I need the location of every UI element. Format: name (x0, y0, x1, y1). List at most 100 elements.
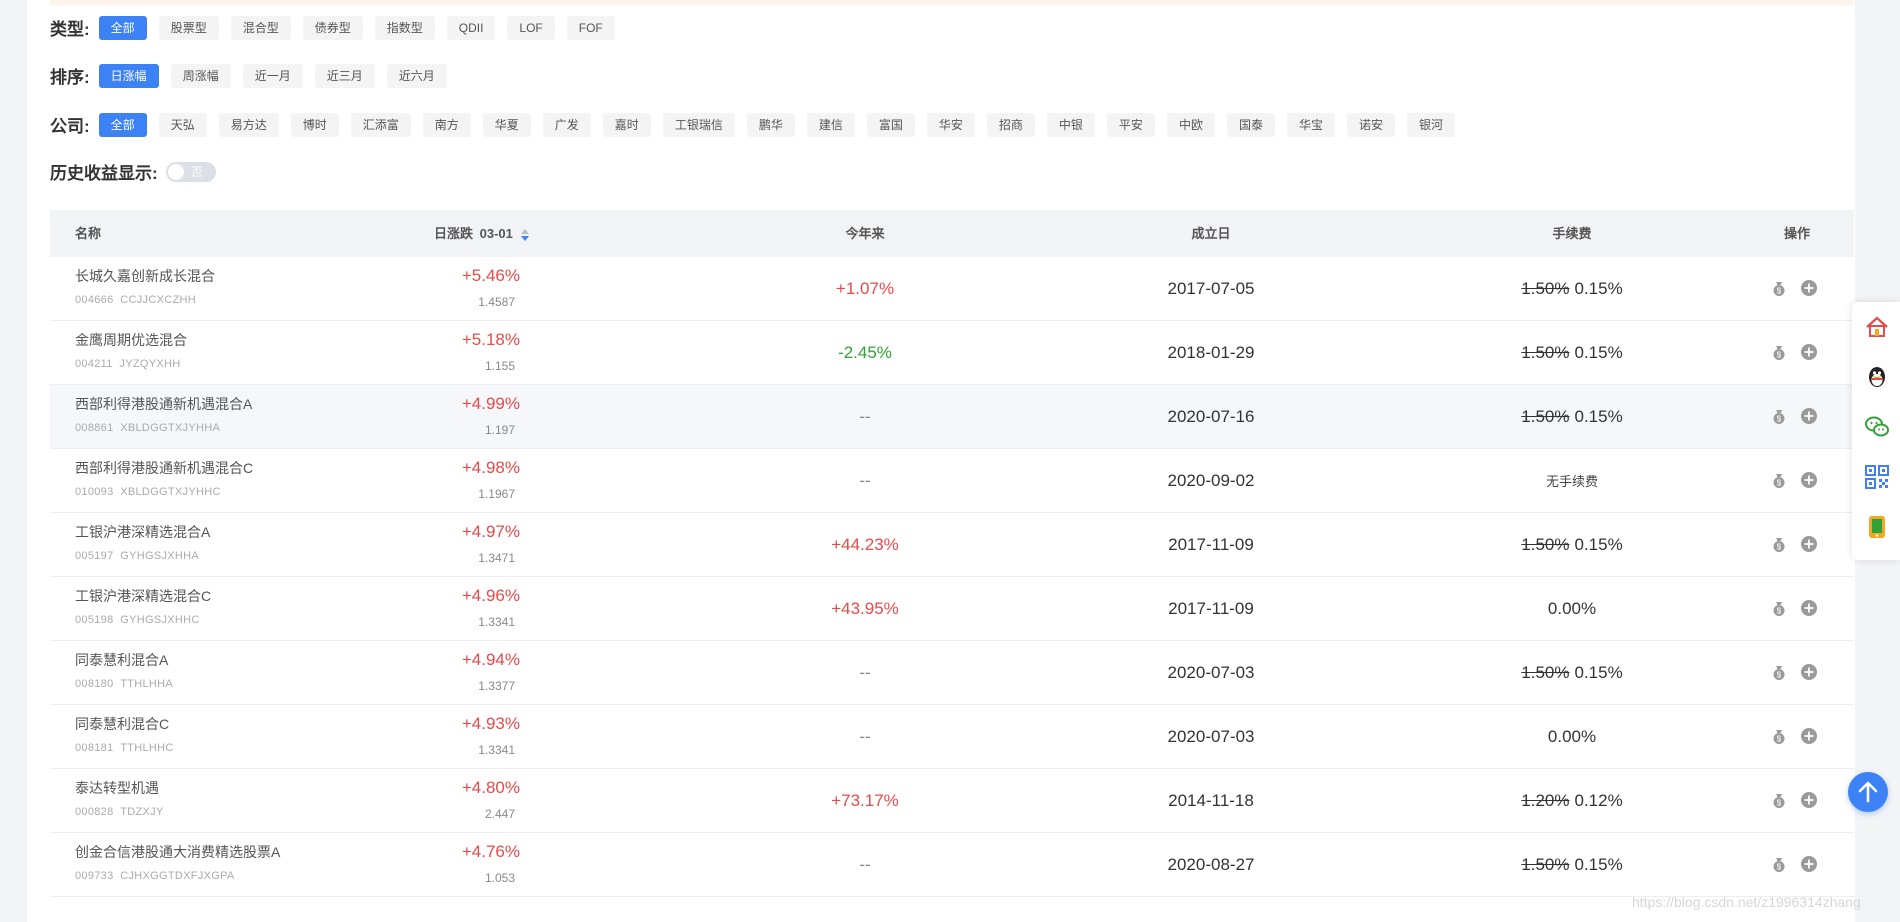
ytd-return: -- (859, 471, 871, 490)
fund-name[interactable]: 泰达转型机遇 (75, 778, 159, 798)
toggle-text: 否 (190, 164, 203, 179)
fund-name[interactable]: 工银沪港深精选混合A (75, 522, 210, 542)
type-chip[interactable]: FOF (566, 15, 615, 40)
company-chip[interactable]: 天弘 (158, 112, 207, 137)
sort-chip[interactable]: 近一月 (242, 63, 303, 88)
add-circle-icon[interactable] (1800, 471, 1818, 489)
type-chip[interactable]: QDII (446, 15, 496, 40)
day-change-pct: +4.99% (461, 394, 520, 413)
fund-code-number: 000828 (75, 806, 114, 818)
company-chip[interactable]: 富国 (866, 112, 915, 137)
company-chip[interactable]: 招商 (986, 112, 1035, 137)
type-chip[interactable]: 全部 (98, 15, 147, 40)
home-icon[interactable] (1864, 314, 1890, 340)
table-row[interactable]: 金鹰周期优选混合 004211 JYZQYXHH +5.18% 1.155 -2.45%… (50, 321, 1854, 385)
money-bag-icon[interactable]: $ (1770, 343, 1788, 361)
company-chip[interactable]: 华宝 (1286, 112, 1335, 137)
company-chip[interactable]: 广发 (542, 112, 591, 137)
fee-cell: 1.50% 0.15% (1521, 321, 1622, 384)
company-chip[interactable]: 工银瑞信 (662, 112, 735, 137)
type-filter-label: 类型: (50, 20, 90, 39)
sort-chip[interactable]: 周涨幅 (170, 63, 231, 88)
fund-name[interactable]: 西部利得港股通新机遇混合C (75, 458, 253, 478)
fee-original: 1.50% (1521, 407, 1570, 426)
table-row[interactable]: 创金合信港股通大消费精选股票A 009733 CJHXGGTDXFJXGPA +4.… (50, 833, 1854, 897)
wechat-icon[interactable] (1864, 414, 1890, 440)
history-toggle[interactable]: 否 (165, 161, 216, 182)
table-row[interactable]: 同泰慧利混合C 008181 TTHLHHC +4.93% 1.3341 -- 2020-… (50, 705, 1854, 769)
add-circle-icon[interactable] (1800, 343, 1818, 361)
company-chip[interactable]: 诺安 (1346, 112, 1395, 137)
established-date: 2020-07-03 (1167, 727, 1255, 746)
company-chip[interactable]: 易方达 (218, 112, 279, 137)
company-chip[interactable]: 全部 (98, 112, 147, 137)
add-circle-icon[interactable] (1800, 791, 1818, 809)
fund-name[interactable]: 长城久嘉创新成长混合 (75, 266, 215, 286)
table-row[interactable]: 工银沪港深精选混合C 005198 GYHGSJXHHC +4.96% 1.3341 +… (50, 577, 1854, 641)
money-bag-icon[interactable]: $ (1770, 599, 1788, 617)
company-chip[interactable]: 银河 (1407, 112, 1456, 137)
type-chip[interactable]: 债券型 (302, 15, 363, 40)
table-row[interactable]: 泰达转型机遇 000828 TDZXJY +4.80% 2.447 +73.17% 201… (50, 769, 1854, 833)
company-chip[interactable]: 博时 (290, 112, 339, 137)
add-circle-icon[interactable] (1800, 599, 1818, 617)
company-chip[interactable]: 华安 (926, 112, 975, 137)
fee-discounted: 0.15% (1574, 663, 1623, 682)
mobile-app-icon[interactable] (1864, 514, 1890, 540)
company-chip[interactable]: 华夏 (482, 112, 531, 137)
money-bag-icon[interactable]: $ (1770, 663, 1788, 681)
fund-name[interactable]: 西部利得港股通新机遇混合A (75, 394, 252, 414)
add-circle-icon[interactable] (1800, 279, 1818, 297)
type-filter-row: 类型: 全部 股票型 混合型 债券型 指数型 QDII LOF FOF (50, 15, 627, 40)
header-day-change[interactable]: 日涨跌 03-01 (434, 210, 529, 257)
fund-code-abbr: TDZXJY (120, 806, 164, 818)
add-circle-icon[interactable] (1800, 663, 1818, 681)
money-bag-icon[interactable]: $ (1770, 727, 1788, 745)
fee-original: 1.20% (1521, 791, 1570, 810)
add-circle-icon[interactable] (1800, 407, 1818, 425)
add-circle-icon[interactable] (1800, 727, 1818, 745)
company-chip[interactable]: 汇添富 (350, 112, 411, 137)
type-chip[interactable]: LOF (507, 15, 555, 40)
back-to-top-button[interactable] (1848, 772, 1888, 812)
company-chip[interactable]: 南方 (422, 112, 471, 137)
money-bag-icon[interactable]: $ (1770, 855, 1788, 873)
money-bag-icon[interactable]: $ (1770, 279, 1788, 297)
table-row[interactable]: 同泰慧利混合A 008180 TTHLHHA +4.94% 1.3377 -- 2020-… (50, 641, 1854, 705)
type-chip[interactable]: 指数型 (374, 15, 435, 40)
qq-penguin-icon[interactable] (1864, 364, 1890, 390)
table-row[interactable]: 西部利得港股通新机遇混合C 010093 XBLDGGTXJYHHC +4.98% 1… (50, 449, 1854, 513)
table-row[interactable]: 西部利得港股通新机遇混合A 008861 XBLDGGTXJYHHA +4.99% 1… (50, 385, 1854, 449)
company-chip[interactable]: 中欧 (1166, 112, 1215, 137)
sort-chips: 日涨幅 周涨幅 近一月 近三月 近六月 (98, 63, 459, 88)
fund-name[interactable]: 金鹰周期优选混合 (75, 330, 187, 350)
type-chip[interactable]: 混合型 (230, 15, 291, 40)
fund-name[interactable]: 创金合信港股通大消费精选股票A (75, 842, 280, 862)
money-bag-icon[interactable]: $ (1770, 407, 1788, 425)
sort-chip[interactable]: 近三月 (314, 63, 375, 88)
sort-chip[interactable]: 近六月 (386, 63, 447, 88)
fund-name[interactable]: 同泰慧利混合C (75, 714, 169, 734)
qr-code-icon[interactable] (1864, 464, 1890, 490)
table-row[interactable]: 长城久嘉创新成长混合 004666 CCJJCXCZHH +5.46% 1.4587 +… (50, 257, 1854, 321)
company-chip[interactable]: 国泰 (1226, 112, 1275, 137)
fund-name[interactable]: 工银沪港深精选混合C (75, 586, 211, 606)
add-circle-icon[interactable] (1800, 535, 1818, 553)
sort-chip[interactable]: 日涨幅 (98, 63, 159, 88)
fee-original: 1.50% (1521, 343, 1570, 362)
fund-code-abbr: TTHLHHC (120, 742, 174, 754)
add-circle-icon[interactable] (1800, 855, 1818, 873)
table-row[interactable]: 工银沪港深精选混合A 005197 GYHGSJXHHA +4.97% 1.3471 +… (50, 513, 1854, 577)
company-chip[interactable]: 鹏华 (746, 112, 795, 137)
company-chip[interactable]: 建信 (806, 112, 855, 137)
company-chip[interactable]: 嘉时 (602, 112, 651, 137)
money-bag-icon[interactable]: $ (1770, 791, 1788, 809)
money-bag-icon[interactable]: $ (1770, 471, 1788, 489)
money-bag-icon[interactable]: $ (1770, 535, 1788, 553)
fund-name[interactable]: 同泰慧利混合A (75, 650, 168, 670)
company-chip[interactable]: 平安 (1106, 112, 1155, 137)
type-chip[interactable]: 股票型 (158, 15, 219, 40)
sort-icon[interactable] (520, 228, 529, 241)
fund-code-number: 004211 (75, 358, 113, 370)
company-chip[interactable]: 中银 (1046, 112, 1095, 137)
